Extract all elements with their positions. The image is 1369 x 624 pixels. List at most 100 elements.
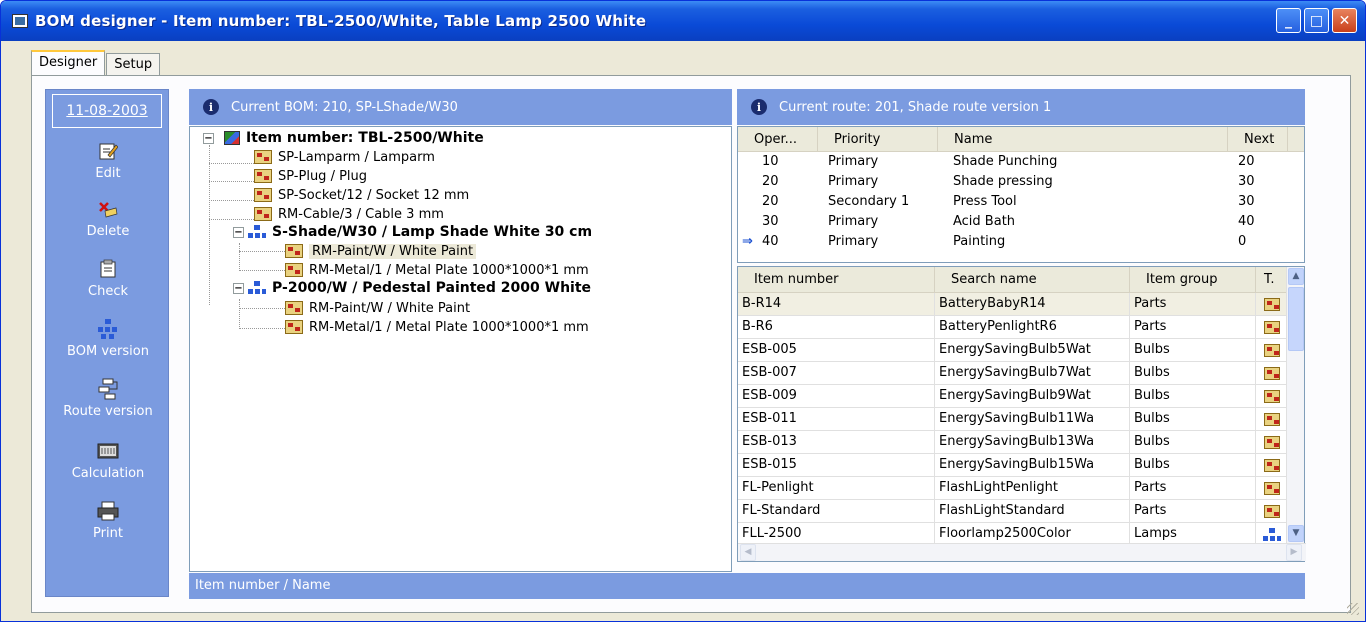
tree-node-selected[interactable]: RM-Paint/W / White Paint	[285, 242, 477, 260]
table-row[interactable]: FL-Standard FlashLightStandard Parts	[738, 500, 1288, 523]
print-icon	[97, 500, 119, 522]
tab-setup[interactable]: Setup	[106, 53, 161, 75]
route-version-icon	[97, 378, 119, 400]
item-part-icon	[1263, 320, 1280, 334]
title-bar[interactable]: BOM designer - Item number: TBL-2500/Whi…	[1, 1, 1365, 41]
route-panel-header: i Current route: 201, Shade route versio…	[737, 89, 1305, 125]
table-row[interactable]: ESB-015 EnergySavingBulb15Wa Bulbs	[738, 454, 1288, 477]
table-row[interactable]: ESB-009 EnergySavingBulb9Wat Bulbs	[738, 385, 1288, 408]
route-row-current[interactable]: ⇒ 40 Primary Painting 0	[738, 232, 1304, 252]
tab-designer[interactable]: Designer	[31, 50, 106, 75]
minimize-button[interactable]: _	[1276, 8, 1301, 33]
item-bom-icon	[1262, 527, 1281, 541]
delete-button[interactable]: Delete	[46, 198, 170, 239]
col-header-oper[interactable]: Oper...	[738, 127, 818, 152]
calculation-label: Calculation	[71, 466, 145, 481]
tree-node[interactable]: RM-Cable/3 / Cable 3 mm	[254, 205, 444, 223]
item-part-icon	[285, 263, 303, 277]
tree-connector	[239, 308, 285, 309]
horizontal-scrollbar[interactable]: ◀ ▶	[738, 543, 1306, 561]
bom-tree[interactable]: − Item number: TBL-2500/White SP-Lamparm…	[189, 126, 732, 572]
edit-button[interactable]: Edit	[46, 140, 170, 181]
collapse-toggle[interactable]: −	[233, 226, 244, 238]
calculation-icon	[97, 440, 119, 462]
table-row[interactable]: B-R6 BatteryPenlightR6 Parts	[738, 316, 1288, 339]
current-route-label: Current route: 201, Shade route version …	[779, 99, 1052, 115]
scroll-up-button[interactable]: ▲	[1288, 268, 1304, 285]
table-row[interactable]: ESB-011 EnergySavingBulb11Wa Bulbs	[738, 408, 1288, 431]
route-grid[interactable]: Oper... Priority Name Next 10 Primary Sh…	[737, 126, 1305, 263]
item-part-icon	[1263, 343, 1280, 357]
delete-label: Delete	[86, 224, 130, 239]
tree-connector	[209, 163, 254, 164]
tree-node-subbom[interactable]: − S-Shade/W30 / Lamp Shade White 30 cm	[233, 223, 592, 241]
tree-connector	[239, 270, 285, 271]
item-part-icon	[1263, 366, 1280, 380]
tree-node[interactable]: SP-Socket/12 / Socket 12 mm	[254, 186, 469, 204]
col-header-item-group[interactable]: Item group	[1130, 267, 1256, 293]
collapse-toggle[interactable]: −	[233, 282, 244, 294]
col-header-item-number[interactable]: Item number	[738, 267, 935, 293]
table-row[interactable]: ESB-013 EnergySavingBulb13Wa Bulbs	[738, 431, 1288, 454]
table-row[interactable]: B-R14 BatteryBabyR14 Parts	[738, 293, 1288, 316]
route-row[interactable]: 20 Secondary 1 Press Tool 30	[738, 192, 1304, 212]
calculation-button[interactable]: Calculation	[46, 440, 170, 481]
info-icon: i	[203, 99, 219, 115]
check-button[interactable]: Check	[46, 258, 170, 299]
tree-node-root[interactable]: − Item number: TBL-2500/White	[203, 129, 484, 147]
scroll-left-button[interactable]: ◀	[740, 544, 756, 561]
tree-node[interactable]: SP-Plug / Plug	[254, 167, 367, 185]
col-header-priority[interactable]: Priority	[818, 127, 938, 152]
col-header-name[interactable]: Name	[938, 127, 1228, 152]
action-sidebar: 11-08-2003 Edit Delete Check BOM version	[45, 89, 169, 597]
tree-node[interactable]: RM-Metal/1 / Metal Plate 1000*1000*1 mm	[285, 318, 589, 336]
tree-node-subbom[interactable]: − P-2000/W / Pedestal Painted 2000 White	[233, 279, 591, 297]
tree-node[interactable]: RM-Metal/1 / Metal Plate 1000*1000*1 mm	[285, 261, 589, 279]
bom-designer-window: BOM designer - Item number: TBL-2500/Whi…	[0, 0, 1366, 622]
item-part-icon	[1263, 458, 1280, 472]
item-part-icon	[1263, 481, 1280, 495]
tree-node[interactable]: SP-Lamparm / Lamparm	[254, 148, 435, 166]
maximize-button[interactable]: □	[1304, 8, 1329, 33]
vertical-scrollbar[interactable]: ▲ ▼	[1286, 267, 1304, 544]
route-version-label: Route version	[63, 404, 153, 419]
route-version-button[interactable]: Route version	[46, 378, 170, 419]
items-grid-header: Item number Search name Item group T.	[738, 267, 1288, 293]
collapse-toggle[interactable]: −	[203, 132, 214, 144]
resize-grip-icon[interactable]	[1347, 603, 1359, 615]
edit-icon	[97, 140, 119, 162]
tree-node[interactable]: RM-Paint/W / White Paint	[285, 299, 470, 317]
item-part-icon	[1263, 504, 1280, 518]
scroll-right-button[interactable]: ▶	[1286, 544, 1302, 561]
bom-version-label: BOM version	[67, 344, 149, 359]
col-header-search-name[interactable]: Search name	[935, 267, 1130, 293]
item-part-icon	[254, 150, 272, 164]
item-bom-icon	[248, 281, 266, 295]
tree-connector	[209, 219, 254, 220]
bom-version-button[interactable]: BOM version	[46, 318, 170, 359]
tree-connector	[239, 243, 240, 271]
scroll-down-button[interactable]: ▼	[1288, 525, 1304, 542]
tree-connector	[239, 328, 285, 329]
col-header-type[interactable]: T.	[1256, 267, 1288, 293]
tree-connector	[239, 299, 240, 329]
bom-panel-header: i Current BOM: 210, SP-LShade/W30	[189, 89, 732, 125]
route-row[interactable]: 10 Primary Shade Punching 20	[738, 152, 1304, 172]
close-button[interactable]: ✕	[1332, 8, 1357, 33]
scroll-thumb[interactable]	[1288, 287, 1304, 351]
route-row[interactable]: 30 Primary Acid Bath 40	[738, 212, 1304, 232]
date-link[interactable]: 11-08-2003	[52, 94, 162, 128]
route-row[interactable]: 20 Primary Shade pressing 30	[738, 172, 1304, 192]
items-grid[interactable]: Item number Search name Item group T. B-…	[737, 266, 1306, 562]
tab-strip: Designer Setup	[31, 50, 161, 75]
item-bom-icon	[248, 225, 266, 239]
table-row[interactable]: FL-Penlight FlashLightPenlight Parts	[738, 477, 1288, 500]
window-title: BOM designer - Item number: TBL-2500/Whi…	[35, 12, 647, 30]
table-row[interactable]: ESB-007 EnergySavingBulb7Wat Bulbs	[738, 362, 1288, 385]
edit-label: Edit	[95, 166, 121, 181]
item-part-icon	[1263, 412, 1280, 426]
print-button[interactable]: Print	[46, 500, 170, 541]
col-header-next[interactable]: Next	[1228, 127, 1288, 152]
table-row[interactable]: ESB-005 EnergySavingBulb5Wat Bulbs	[738, 339, 1288, 362]
item-part-icon	[285, 244, 303, 258]
